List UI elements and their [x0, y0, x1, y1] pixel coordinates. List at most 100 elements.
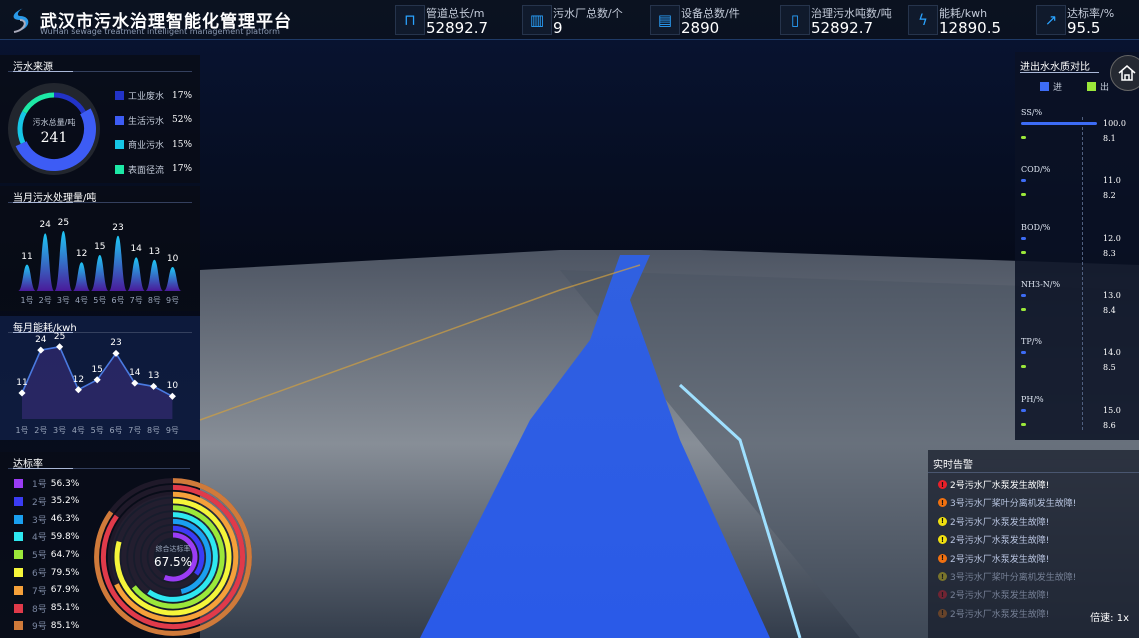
quality-row: SS/% 100.0 8.1: [1021, 108, 1131, 143]
warning-icon: !: [938, 498, 947, 508]
bar-in: [1021, 408, 1026, 412]
panel-monthly-energy: 每月能耗/kwh 11 1号 24 2号 25 3号 12 4号 15 5号 23 6号 14 7号 13 8…: [0, 316, 200, 440]
value-out: 8.6: [1103, 420, 1116, 430]
legend-item: 5号 64.7%: [14, 548, 79, 561]
device-monitor-icon: ▤: [650, 5, 680, 35]
bar-out: [1021, 307, 1026, 311]
x-tick-label: 4号: [75, 296, 89, 305]
panel-realtime-alarms: 实时告警 ! 2号污水厂水泵发生故障! ! 3号污水厂桨叶分离机发生故障! ! 2号污水厂…: [928, 450, 1139, 638]
stat-value: 12890.5: [939, 19, 1002, 37]
value-in: 12.0: [1103, 233, 1121, 243]
quality-row: BOD/% 12.0 8.3: [1021, 222, 1131, 258]
x-tick-label: 8号: [147, 296, 161, 305]
bar-in: [1021, 122, 1097, 125]
playback-speed[interactable]: 倍速: 1x: [1090, 609, 1129, 624]
value-in: 14.0: [1103, 348, 1121, 358]
bar: [54, 231, 73, 291]
quality-row: COD/% 11.0 8.2: [1021, 165, 1131, 200]
panel-water-quality: 进出水水质对比 进 出 SS/% 100.0 8.1 COD/% 11.0 8.2 BOD/…: [1015, 52, 1139, 440]
data-label: 23: [112, 222, 124, 233]
bar: [127, 257, 146, 291]
panel-title: 进出水水质对比: [1020, 62, 1090, 73]
radial-center-label: 综合达标率: [155, 545, 191, 553]
bar: [109, 235, 127, 291]
warning-icon: !: [938, 535, 947, 545]
alarm-item[interactable]: ! 2号污水厂水泵发生故障!: [938, 552, 1049, 565]
bar-in: [1021, 236, 1026, 240]
x-tick-label: 5号: [90, 426, 104, 435]
x-tick-label: 1号: [20, 296, 34, 305]
x-tick-label: 9号: [166, 296, 180, 305]
legend-item: 3号 46.3%: [14, 513, 79, 526]
stat-value: 95.5: [1067, 19, 1101, 37]
sewage-source-donut: [8, 83, 100, 175]
legend-item: 工业废水 17%: [115, 89, 192, 102]
logo-icon: [13, 8, 29, 33]
x-tick-label: 3号: [56, 296, 70, 305]
alarm-item[interactable]: ! 3号污水厂桨叶分离机发生故障!: [938, 570, 1076, 583]
bar-out: [1021, 136, 1026, 139]
value-out: 8.2: [1103, 191, 1116, 201]
x-tick-label: 1号: [15, 426, 29, 435]
legend-item: 1号 56.3%: [14, 477, 79, 490]
data-label: 24: [39, 220, 51, 231]
home-button[interactable]: [1110, 55, 1139, 91]
warning-icon: !: [938, 608, 947, 618]
data-label: 11: [21, 251, 33, 262]
top-header: 武汉市污水治理智能化管理平台 WuHan sewage treatment in…: [0, 0, 1139, 40]
trend-chart-icon: ↗: [1036, 5, 1066, 35]
quality-row: NH3-N/% 13.0 8.4: [1021, 280, 1131, 315]
alarm-item[interactable]: ! 2号污水厂水泵发生故障!: [938, 533, 1049, 546]
panel-monthly-treatment: 当月污水处理量/吨 11 1号 24 2号 25 3号 12 4号 15 5号 23 6号 14 7号 13…: [0, 186, 200, 311]
bar: [163, 267, 182, 291]
legend-in: 进: [1040, 80, 1062, 93]
warning-icon: !: [938, 553, 947, 563]
legend-item: 表面径流 17%: [115, 163, 192, 176]
bar-in: [1021, 179, 1026, 183]
x-tick-label: 2号: [34, 426, 48, 435]
value-out: 8.4: [1103, 305, 1116, 315]
warning-icon: !: [938, 572, 947, 581]
quality-row: TP/% 14.0 8.5: [1021, 337, 1131, 372]
stat-value: 9: [553, 19, 563, 37]
bar-in: [1021, 293, 1026, 297]
pipe-icon: ⊓: [395, 5, 425, 35]
legend-item: 商业污水 15%: [115, 138, 192, 151]
quality-metric-label: COD/%: [1021, 165, 1051, 175]
bar-in: [1021, 351, 1026, 355]
value-in: 100.0: [1103, 119, 1126, 128]
data-label: 13: [147, 371, 160, 382]
data-label: 15: [91, 364, 103, 375]
x-tick-label: 6号: [109, 426, 123, 435]
legend-item: 7号 67.9%: [14, 584, 79, 597]
radial-center-value: 67.5%: [153, 555, 193, 569]
quality-metric-label: BOD/%: [1021, 222, 1051, 232]
bar: [90, 255, 109, 291]
alarm-item[interactable]: ! 3号污水厂桨叶分离机发生故障!: [938, 496, 1076, 509]
panel-title: 实时告警: [933, 460, 973, 471]
value-out: 8.5: [1103, 363, 1116, 373]
data-label: 15: [94, 242, 106, 252]
stat-value: 52892.7: [811, 19, 874, 37]
stat-value: 2890: [681, 19, 720, 37]
bar: [145, 259, 164, 291]
value-in: 15.0: [1103, 405, 1121, 415]
data-label: 25: [53, 331, 66, 342]
alarm-item[interactable]: ! 2号污水厂水泵发生故障!: [938, 588, 1049, 601]
factory-icon: ▥: [522, 5, 552, 35]
bar-out: [1021, 365, 1026, 369]
alarm-item[interactable]: ! 2号污水厂水泵发生故障!: [938, 515, 1049, 528]
alarm-item[interactable]: ! 2号污水厂水泵发生故障!: [938, 607, 1049, 620]
alarm-item[interactable]: ! 2号污水厂水泵发生故障!: [938, 478, 1049, 491]
donut-center-label: 污水总量/吨: [32, 118, 76, 127]
x-tick-label: 8号: [147, 426, 161, 435]
bar: [18, 264, 36, 291]
x-tick-label: 7号: [129, 296, 143, 305]
x-tick-label: 6号: [111, 296, 125, 305]
data-label: 11: [16, 378, 28, 388]
legend-item: 9号 85.1%: [14, 619, 79, 632]
x-tick-label: 7号: [128, 426, 142, 435]
quality-row: PH/% 15.0 8.6: [1021, 395, 1131, 430]
legend-item: 生活污水 52%: [115, 114, 192, 127]
x-tick-label: 2号: [38, 296, 52, 305]
